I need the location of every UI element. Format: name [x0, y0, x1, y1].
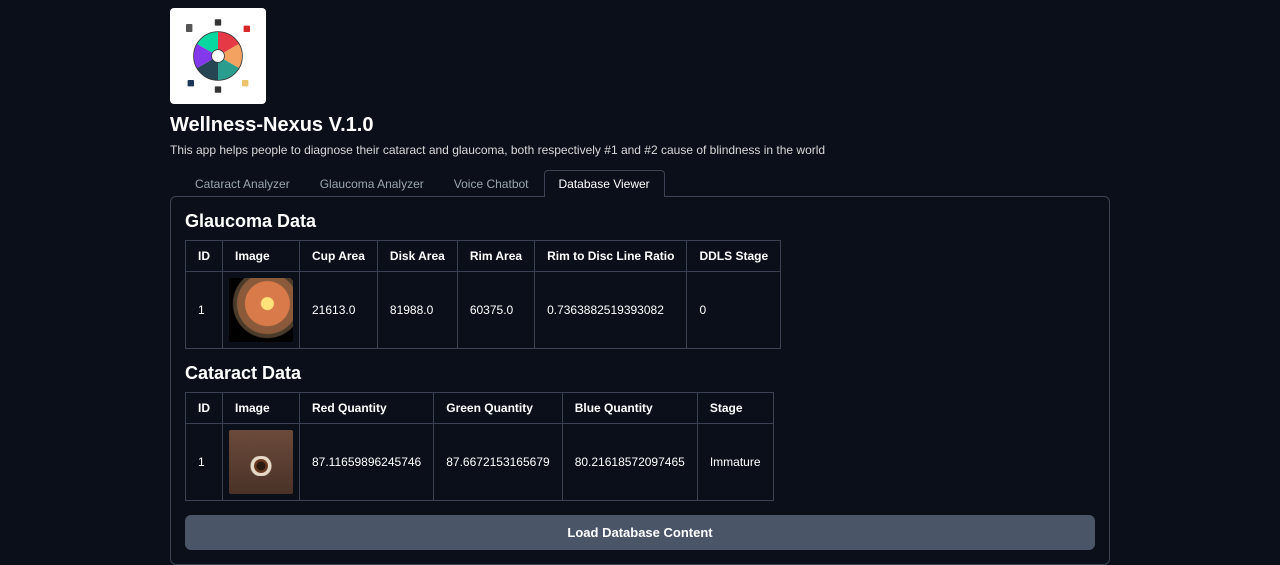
col-image: Image	[223, 393, 300, 424]
cell-id: 1	[186, 272, 223, 349]
retina-image-icon	[229, 278, 293, 342]
col-image: Image	[223, 241, 300, 272]
col-id: ID	[186, 393, 223, 424]
glaucoma-section-title: Glaucoma Data	[185, 211, 1095, 232]
col-blue: Blue Quantity	[562, 393, 697, 424]
app-title: Wellness-Nexus V.1.0	[170, 114, 1110, 137]
cell-ratio: 0.7363882519393082	[535, 272, 687, 349]
col-id: ID	[186, 241, 223, 272]
cell-cup-area: 21613.0	[300, 272, 378, 349]
col-red: Red Quantity	[300, 393, 434, 424]
cell-stage: Immature	[697, 424, 773, 501]
tab-cataract-analyzer[interactable]: Cataract Analyzer	[180, 170, 305, 197]
glaucoma-table: ID Image Cup Area Disk Area Rim Area Rim…	[185, 240, 781, 349]
col-green: Green Quantity	[434, 393, 562, 424]
tab-bar: Cataract Analyzer Glaucoma Analyzer Voic…	[170, 169, 1110, 196]
col-disk-area: Disk Area	[377, 241, 457, 272]
table-header-row: ID Image Red Quantity Green Quantity Blu…	[186, 393, 774, 424]
col-ratio: Rim to Disc Line Ratio	[535, 241, 687, 272]
cell-rim-area: 60375.0	[457, 272, 534, 349]
col-rim-area: Rim Area	[457, 241, 534, 272]
col-cup-area: Cup Area	[300, 241, 378, 272]
tab-database-viewer[interactable]: Database Viewer	[544, 170, 665, 197]
logo-icon	[178, 16, 258, 96]
app-logo	[170, 8, 266, 104]
cell-disk-area: 81988.0	[377, 272, 457, 349]
col-stage: Stage	[697, 393, 773, 424]
load-database-button[interactable]: Load Database Content	[185, 515, 1095, 550]
cell-image	[223, 424, 300, 501]
cataract-section-title: Cataract Data	[185, 363, 1095, 384]
database-viewer-panel: Glaucoma Data ID Image Cup Area Disk Are…	[170, 196, 1110, 565]
cataract-table: ID Image Red Quantity Green Quantity Blu…	[185, 392, 774, 501]
table-row: 1 21613.0 81988.0 60375.0 0.736388251939…	[186, 272, 781, 349]
eye-image-icon	[229, 430, 293, 494]
cell-ddls: 0	[687, 272, 781, 349]
tab-voice-chatbot[interactable]: Voice Chatbot	[439, 170, 544, 197]
app-description: This app helps people to diagnose their …	[170, 143, 1110, 157]
table-row: 1 87.11659896245746 87.6672153165679 80.…	[186, 424, 774, 501]
col-ddls: DDLS Stage	[687, 241, 781, 272]
cell-id: 1	[186, 424, 223, 501]
cell-red: 87.11659896245746	[300, 424, 434, 501]
cell-image	[223, 272, 300, 349]
cell-green: 87.6672153165679	[434, 424, 562, 501]
cell-blue: 80.21618572097465	[562, 424, 697, 501]
table-header-row: ID Image Cup Area Disk Area Rim Area Rim…	[186, 241, 781, 272]
tab-glaucoma-analyzer[interactable]: Glaucoma Analyzer	[305, 170, 439, 197]
